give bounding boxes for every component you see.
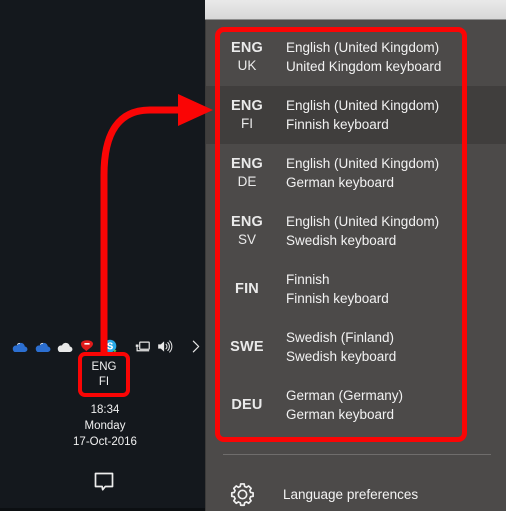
language-names: Swedish (Finland) Swedish keyboard bbox=[286, 328, 396, 366]
language-name: English (United Kingdom) bbox=[286, 214, 440, 229]
background-window-titlebar bbox=[205, 0, 506, 20]
flyout-divider bbox=[223, 454, 491, 455]
language-abbr: ENG bbox=[230, 214, 264, 230]
language-abbr: ENG bbox=[230, 98, 264, 114]
onedrive-blue-icon-2[interactable] bbox=[33, 335, 53, 357]
keyboard-name: Swedish keyboard bbox=[286, 349, 397, 364]
gear-icon bbox=[222, 481, 262, 508]
red-status-icon[interactable] bbox=[78, 335, 98, 357]
language-code: ENG UK bbox=[218, 39, 276, 75]
language-code: ENG FI bbox=[218, 97, 276, 133]
action-center-icon[interactable] bbox=[88, 468, 120, 496]
keyboard-name: Swedish keyboard bbox=[286, 233, 397, 248]
keyboard-name: Finnish keyboard bbox=[286, 291, 389, 306]
language-list-item[interactable]: ENG FI English (United Kingdom) Finnish … bbox=[206, 86, 506, 144]
language-sub: FI bbox=[241, 116, 253, 131]
language-flyout: ENG UK English (United Kingdom) United K… bbox=[205, 20, 506, 511]
keyboard-name: German keyboard bbox=[286, 407, 395, 422]
language-abbr: FIN bbox=[235, 281, 259, 297]
language-list: ENG UK English (United Kingdom) United K… bbox=[206, 28, 506, 434]
language-code: SWE bbox=[218, 338, 276, 356]
skype-icon[interactable] bbox=[100, 335, 120, 357]
show-hidden-icons-chevron[interactable] bbox=[186, 335, 206, 357]
language-preferences-item[interactable]: Language preferences bbox=[206, 464, 506, 511]
onedrive-blue-icon-1[interactable] bbox=[10, 335, 30, 357]
language-code: ENG SV bbox=[218, 213, 276, 249]
keyboard-name: German keyboard bbox=[286, 175, 395, 190]
language-abbr: DEU bbox=[231, 397, 263, 413]
language-code: DEU bbox=[218, 396, 276, 414]
language-name: Finnish bbox=[286, 272, 330, 287]
language-list-item[interactable]: ENG UK English (United Kingdom) United K… bbox=[206, 28, 506, 86]
language-name: German (Germany) bbox=[286, 388, 404, 403]
system-tray bbox=[10, 334, 205, 358]
language-names: English (United Kingdom) United Kingdom … bbox=[286, 38, 441, 76]
volume-icon[interactable] bbox=[155, 335, 175, 357]
taskbar-clock[interactable]: 18:34 Monday 17-Oct-2016 bbox=[40, 402, 170, 450]
language-name: Swedish (Finland) bbox=[286, 330, 395, 345]
language-name: English (United Kingdom) bbox=[286, 40, 440, 55]
taskbar-language-button[interactable]: ENG FI bbox=[82, 356, 126, 394]
language-sub: DE bbox=[237, 174, 257, 189]
language-abbr: ENG bbox=[230, 156, 264, 172]
language-preferences-label: Language preferences bbox=[283, 486, 419, 502]
taskbar-language-abbr: ENG bbox=[91, 361, 117, 373]
language-sub: UK bbox=[237, 58, 257, 73]
language-code: ENG DE bbox=[218, 155, 276, 191]
language-abbr: SWE bbox=[230, 339, 264, 355]
language-names: German (Germany) German keyboard bbox=[286, 386, 403, 424]
screen-root: ENG FI 18:34 Monday 17-Oct-2016 ENG UK E… bbox=[0, 0, 506, 511]
language-list-item[interactable]: ENG DE English (United Kingdom) German k… bbox=[206, 144, 506, 202]
network-icon[interactable] bbox=[133, 335, 153, 357]
language-sub: SV bbox=[237, 232, 256, 247]
language-list-item[interactable]: SWE Swedish (Finland) Swedish keyboard bbox=[206, 318, 506, 376]
language-names: English (United Kingdom) Finnish keyboar… bbox=[286, 96, 439, 134]
language-list-item[interactable]: FIN Finnish Finnish keyboard bbox=[206, 260, 506, 318]
language-list-item[interactable]: DEU German (Germany) German keyboard bbox=[206, 376, 506, 434]
language-names: English (United Kingdom) Swedish keyboar… bbox=[286, 212, 439, 250]
language-abbr: ENG bbox=[230, 40, 264, 56]
keyboard-name: Finnish keyboard bbox=[286, 117, 389, 132]
clock-day: Monday bbox=[84, 420, 126, 432]
language-list-item[interactable]: ENG SV English (United Kingdom) Swedish … bbox=[206, 202, 506, 260]
onedrive-white-icon[interactable] bbox=[55, 335, 75, 357]
language-name: English (United Kingdom) bbox=[286, 98, 440, 113]
taskbar-language-sub: FI bbox=[98, 376, 110, 388]
language-name: English (United Kingdom) bbox=[286, 156, 440, 171]
clock-time: 18:34 bbox=[90, 404, 120, 416]
language-code: FIN bbox=[218, 280, 276, 298]
language-names: English (United Kingdom) German keyboard bbox=[286, 154, 439, 192]
language-names: Finnish Finnish keyboard bbox=[286, 270, 389, 308]
clock-date: 17-Oct-2016 bbox=[73, 436, 137, 448]
keyboard-name: United Kingdom keyboard bbox=[286, 59, 442, 74]
